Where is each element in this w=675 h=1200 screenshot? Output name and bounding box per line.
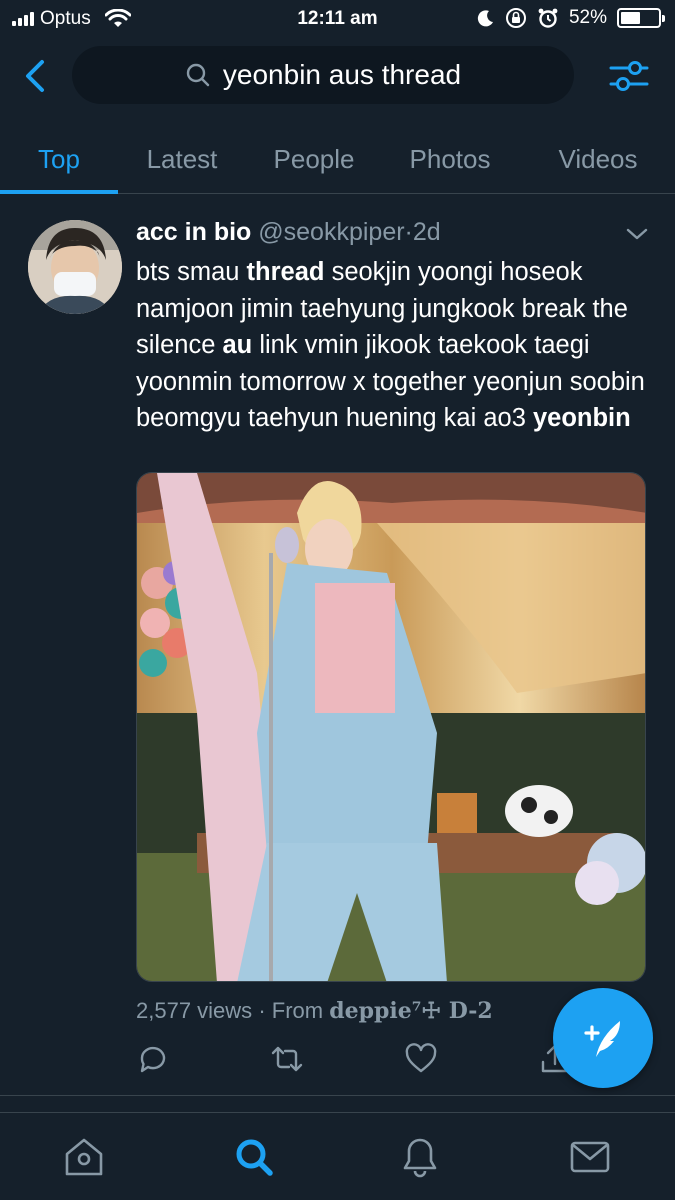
- chevron-down-icon[interactable]: [625, 226, 649, 242]
- search-tabs: Top Latest People Photos Videos: [0, 124, 675, 194]
- status-right: 52%: [477, 7, 665, 29]
- tweet-media-video[interactable]: [136, 472, 646, 982]
- search-header: yeonbin aus thread: [0, 40, 675, 114]
- tweet-views: 2,577 views · From deppie⁷☩ D-2: [136, 998, 493, 1024]
- moon-icon: [477, 10, 493, 27]
- avatar[interactable]: [28, 220, 122, 314]
- from-label: · From: [258, 998, 324, 1023]
- tweet-actions: [136, 1042, 596, 1082]
- tab-top[interactable]: Top: [0, 124, 118, 194]
- compose-tweet-icon: [584, 1021, 620, 1057]
- header-separator: ·: [404, 218, 413, 246]
- bottom-navigation: [0, 1112, 675, 1200]
- highlighted-term: au: [222, 331, 253, 359]
- search-input[interactable]: yeonbin aus thread: [72, 46, 574, 104]
- alarm-icon: [538, 8, 558, 28]
- battery-percent: 52%: [568, 7, 607, 28]
- video-thumbnail: [137, 473, 645, 981]
- filter-icon[interactable]: [607, 54, 651, 98]
- tweet-text-segment: bts smau: [136, 258, 247, 286]
- search-icon: [186, 63, 210, 87]
- reply-icon[interactable]: [136, 1042, 170, 1076]
- search-query: yeonbin aus thread: [222, 59, 462, 90]
- tweet-text: bts smau thread seokjin yoongi hoseok na…: [136, 254, 646, 437]
- tab-photos[interactable]: Photos: [392, 124, 508, 194]
- retweet-icon[interactable]: [270, 1042, 304, 1076]
- rotation-lock-icon: [505, 8, 526, 28]
- tweet-header: acc in bio @seokkpiper·2d: [136, 218, 441, 247]
- avatar-image: [28, 220, 122, 314]
- highlighted-term: thread: [246, 258, 325, 286]
- tab-people[interactable]: People: [256, 124, 372, 194]
- messages-icon[interactable]: [568, 1135, 612, 1179]
- tweet-time: 2d: [412, 218, 441, 246]
- notifications-icon[interactable]: [398, 1135, 442, 1179]
- battery-fill: [621, 12, 640, 24]
- explore-icon[interactable]: [232, 1135, 276, 1179]
- back-arrow-icon[interactable]: [20, 56, 52, 96]
- source-app[interactable]: deppie⁷☩ D-2: [329, 998, 492, 1024]
- highlighted-term: yeonbin: [532, 404, 631, 432]
- active-tab-indicator: [0, 190, 118, 194]
- tab-videos[interactable]: Videos: [540, 124, 656, 194]
- status-bar: Optus 12:11 am 52%: [0, 0, 675, 40]
- tweet[interactable]: acc in bio @seokkpiper·2d bts smau threa…: [0, 196, 675, 1096]
- tab-latest[interactable]: Latest: [128, 124, 236, 194]
- user-display-name[interactable]: acc in bio: [136, 218, 251, 246]
- views-count: 2,577 views: [136, 998, 253, 1023]
- like-icon[interactable]: [404, 1042, 438, 1076]
- compose-tweet-button[interactable]: [553, 988, 653, 1088]
- home-icon[interactable]: [62, 1135, 106, 1179]
- battery-icon: [617, 8, 665, 28]
- user-handle[interactable]: @seokkpiper: [258, 218, 404, 246]
